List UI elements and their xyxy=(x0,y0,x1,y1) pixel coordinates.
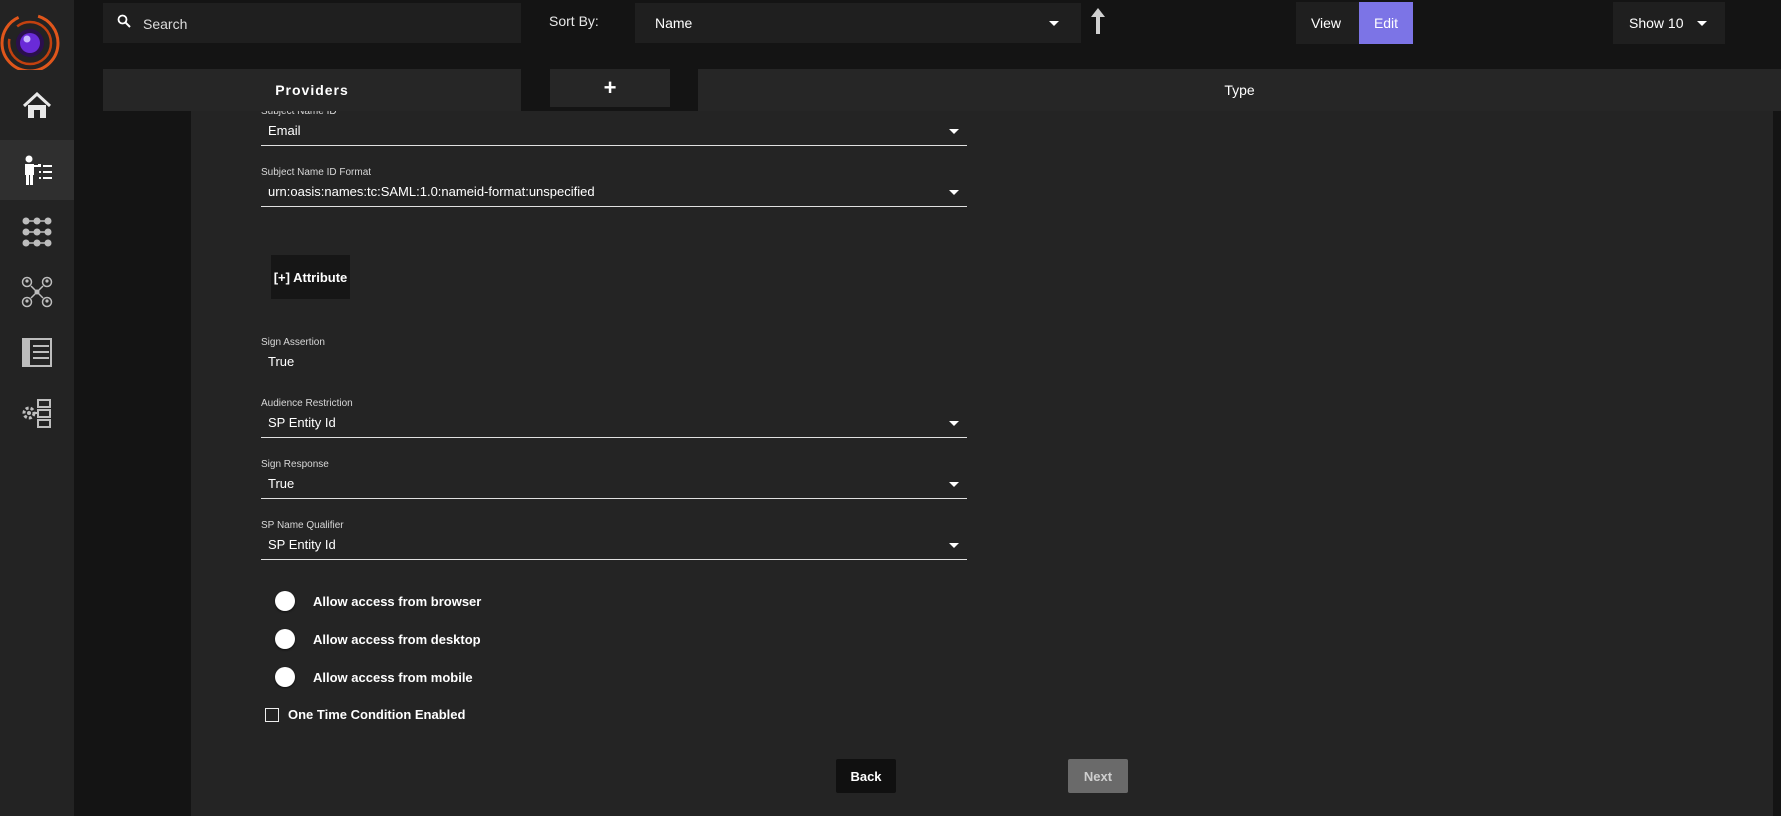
chevron-down-icon xyxy=(949,482,959,487)
subject-name-id-format-field: Subject Name ID Format urn:oasis:names:t… xyxy=(261,166,967,207)
sign-assertion-field: Sign Assertion True xyxy=(261,336,967,376)
toggle-browser-access[interactable]: Allow access from browser xyxy=(275,589,481,613)
sign-response-label: Sign Response xyxy=(261,459,329,470)
search-icon xyxy=(117,14,131,28)
search-input[interactable] xyxy=(141,11,505,37)
sign-response-value: True xyxy=(268,476,295,491)
sign-response-field: Sign Response True xyxy=(261,458,967,499)
chevron-down-icon xyxy=(949,129,959,134)
sidebar-item-list[interactable] xyxy=(0,322,74,382)
subject-name-id-format-value: urn:oasis:names:tc:SAML:1.0:nameid-forma… xyxy=(268,184,595,199)
chevron-down-icon xyxy=(949,543,959,548)
chevron-down-icon xyxy=(949,190,959,195)
sidebar-item-home[interactable] xyxy=(0,76,74,136)
add-provider-button[interactable]: + xyxy=(550,69,670,107)
column-header-providers[interactable]: Providers xyxy=(103,69,521,111)
toggle-switch[interactable] xyxy=(275,629,311,649)
gear-list-icon xyxy=(22,399,51,428)
one-time-condition-checkbox[interactable] xyxy=(265,707,279,722)
subject-name-id-field: Subject Name ID Email xyxy=(261,111,967,146)
subject-name-id-format-select[interactable]: urn:oasis:names:tc:SAML:1.0:nameid-forma… xyxy=(261,180,967,207)
user-network-icon xyxy=(21,276,53,308)
sidebar xyxy=(0,0,74,816)
page-size-value: Show 10 xyxy=(1629,15,1684,31)
one-time-condition-option[interactable]: One Time Condition Enabled xyxy=(265,707,465,722)
sort-by-select[interactable]: Name xyxy=(635,3,1081,43)
toggle-knob xyxy=(275,591,295,611)
sign-assertion-select[interactable]: True xyxy=(261,350,967,376)
subject-name-id-format-label: Subject Name ID Format xyxy=(261,167,372,178)
toggle-label: Allow access from browser xyxy=(313,593,482,609)
sign-assertion-value: True xyxy=(268,354,295,369)
app-logo[interactable] xyxy=(0,6,64,73)
chevron-down-icon xyxy=(1697,21,1707,26)
sign-assertion-label: Sign Assertion xyxy=(261,337,325,348)
subject-name-id-select[interactable]: Email xyxy=(261,119,967,146)
list-panel-icon xyxy=(22,338,52,367)
sort-direction-button[interactable] xyxy=(1090,8,1106,39)
back-button[interactable]: Back xyxy=(836,759,896,793)
view-button[interactable]: View xyxy=(1296,2,1356,44)
toggle-desktop-access[interactable]: Allow access from desktop xyxy=(275,627,481,651)
toggle-mobile-access[interactable]: Allow access from mobile xyxy=(275,665,473,689)
add-attribute-button[interactable]: [+] Attribute xyxy=(271,255,350,299)
column-header-type[interactable]: Type xyxy=(698,69,1781,111)
sort-by-value: Name xyxy=(655,15,693,31)
toggle-knob xyxy=(275,629,295,649)
chevron-down-icon xyxy=(1049,21,1059,26)
audience-restriction-select[interactable]: SP Entity Id xyxy=(261,411,967,438)
chevron-down-icon xyxy=(949,421,959,426)
provider-form-panel: Subject Name ID Email Subject Name ID Fo… xyxy=(191,111,1773,816)
toggle-knob xyxy=(275,667,295,687)
arrow-up-icon xyxy=(1091,8,1105,34)
sort-by-label: Sort By: xyxy=(549,13,599,29)
sign-response-select[interactable]: True xyxy=(261,472,967,499)
audience-restriction-label: Audience Restriction xyxy=(261,398,353,409)
sidebar-item-settings[interactable] xyxy=(0,383,74,443)
view-edit-toggle: View Edit xyxy=(1296,2,1413,44)
sp-name-qualifier-select[interactable]: SP Entity Id xyxy=(261,533,967,560)
edit-button[interactable]: Edit xyxy=(1359,2,1413,44)
home-icon xyxy=(22,92,52,118)
subject-name-id-value: Email xyxy=(268,123,301,138)
logo-icon xyxy=(0,13,60,73)
toggle-switch[interactable] xyxy=(275,667,311,687)
sidebar-item-grid[interactable] xyxy=(0,202,74,262)
page-size-select[interactable]: Show 10 xyxy=(1613,2,1725,44)
sp-name-qualifier-field: SP Name Qualifier SP Entity Id xyxy=(261,519,967,560)
one-time-condition-label: One Time Condition Enabled xyxy=(288,707,466,722)
next-button[interactable]: Next xyxy=(1068,759,1128,793)
sp-name-qualifier-label: SP Name Qualifier xyxy=(261,520,344,531)
audience-restriction-value: SP Entity Id xyxy=(268,415,336,430)
sp-name-qualifier-value: SP Entity Id xyxy=(268,537,336,552)
subject-name-id-label: Subject Name ID xyxy=(261,111,337,117)
sidebar-item-users[interactable] xyxy=(0,140,74,200)
sidebar-item-network[interactable] xyxy=(0,262,74,322)
table-header: Providers + Type xyxy=(103,69,1781,111)
toggle-switch[interactable] xyxy=(275,591,311,611)
user-list-icon xyxy=(25,155,52,185)
toggle-label: Allow access from desktop xyxy=(313,631,481,647)
grid-dots-icon xyxy=(22,217,52,247)
audience-restriction-field: Audience Restriction SP Entity Id xyxy=(261,397,967,438)
search-box[interactable] xyxy=(103,3,521,43)
toggle-label: Allow access from mobile xyxy=(313,669,473,685)
